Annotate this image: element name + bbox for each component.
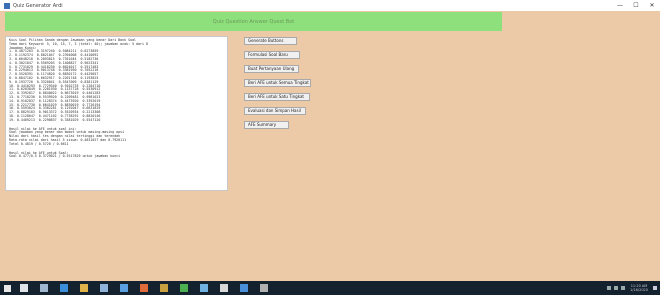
- store-icon[interactable]: [100, 284, 108, 292]
- office-icon[interactable]: [140, 284, 148, 292]
- network-icon[interactable]: [607, 286, 612, 290]
- taskbar-items: [14, 284, 274, 292]
- evaluate-save-button[interactable]: Evaluasi dan Simpan Hasil: [244, 107, 306, 115]
- app-icon[interactable]: [260, 284, 268, 292]
- afe-all-levels-button[interactable]: Beri AFE untuk Semua Tingkat: [244, 79, 311, 87]
- app-icon: [4, 2, 10, 9]
- output-textbox[interactable]: Kuis Soal Pilihan Ganda dengan Jawaban y…: [5, 36, 228, 191]
- windows-icon: [3, 284, 11, 292]
- buat-pertanyaan-ulang-button[interactable]: Buat Pertanyaan Ulang: [244, 65, 299, 73]
- close-button[interactable]: ✕: [644, 2, 660, 9]
- generate-buttons-button[interactable]: Generate Buttons: [244, 37, 297, 45]
- system-tray: 11:20 AM 1/16/2020: [607, 284, 660, 292]
- output-result-line: Soal 0.477/0.5 0.3729021 / 0.5517829 unt…: [9, 154, 121, 159]
- minimize-button[interactable]: —: [612, 2, 628, 9]
- edge-icon[interactable]: [60, 284, 68, 292]
- mail-icon[interactable]: [120, 284, 128, 292]
- app-icon[interactable]: [240, 284, 248, 292]
- app-icon[interactable]: [200, 284, 208, 292]
- afe-one-level-button[interactable]: Beri AFE untuk Satu Tingkat: [244, 93, 310, 101]
- app-icon[interactable]: [180, 284, 188, 292]
- notification-icon[interactable]: [653, 286, 657, 290]
- header-banner: Quiz Question Answer Quest Bot: [5, 12, 502, 31]
- app-icon[interactable]: [220, 284, 228, 292]
- volume-icon[interactable]: [614, 286, 619, 290]
- afe-summary-button[interactable]: AFE Summary: [244, 121, 289, 129]
- search-icon[interactable]: [20, 284, 28, 292]
- battery-icon[interactable]: [621, 286, 626, 290]
- formulasi-soal-baru-button[interactable]: Formulasi Soal Baru: [244, 51, 300, 59]
- taskview-icon[interactable]: [40, 284, 48, 292]
- banner-text: Quiz Question Answer Quest Bot: [212, 18, 295, 25]
- clock-date: 1/16/2020: [630, 288, 648, 292]
- start-button[interactable]: [0, 281, 14, 295]
- taskbar: 11:20 AM 1/16/2020: [0, 281, 660, 295]
- folder-icon[interactable]: [80, 284, 88, 292]
- title-bar: Quiz Generator Ardi — ☐ ✕: [0, 0, 660, 11]
- clock[interactable]: 11:20 AM 1/16/2020: [630, 284, 648, 292]
- app-icon[interactable]: [160, 284, 168, 292]
- window-title: Quiz Generator Ardi: [13, 2, 63, 9]
- maximize-button[interactable]: ☐: [628, 2, 644, 9]
